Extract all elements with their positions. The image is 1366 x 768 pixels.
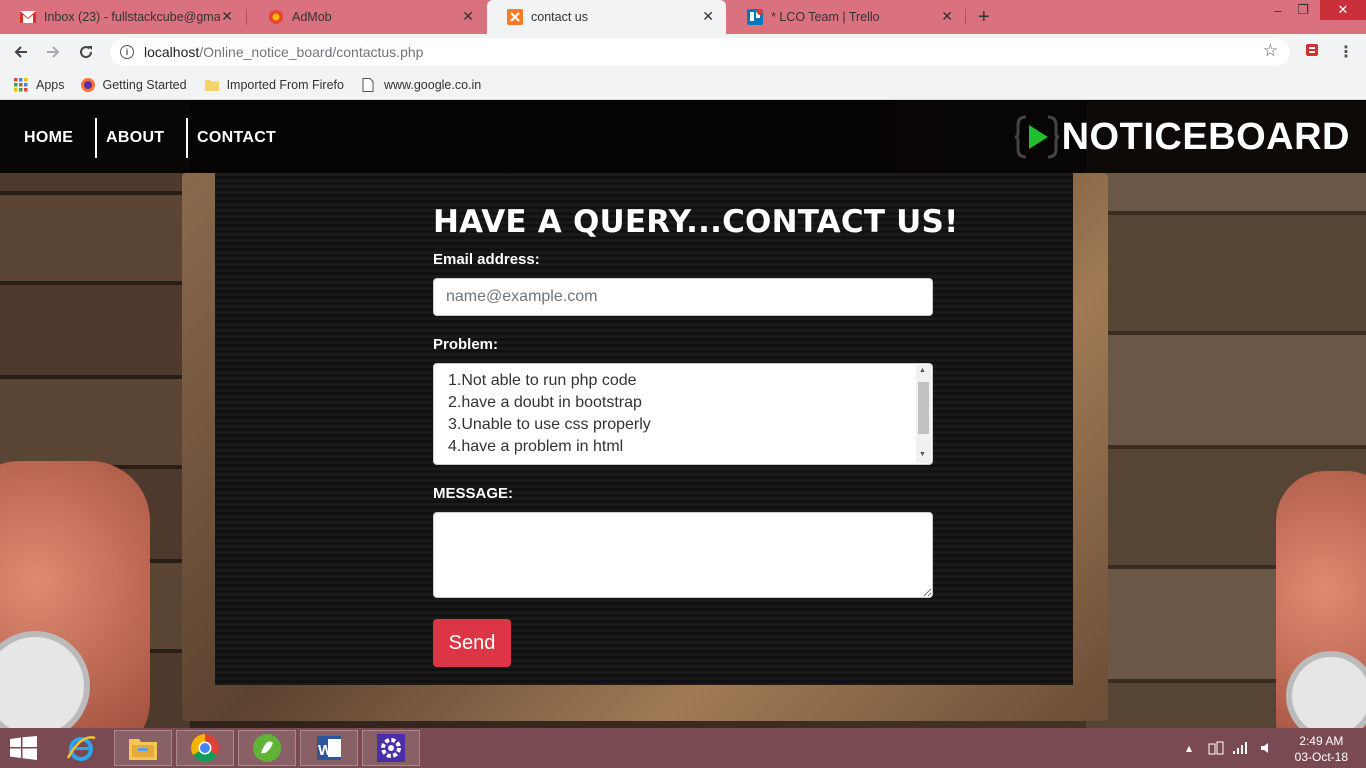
scroll-up-icon[interactable]: ▲ [919, 367, 926, 374]
brand-name: NOTICEBOARD [1061, 115, 1350, 158]
close-tab-icon[interactable]: ✕ [462, 8, 474, 25]
dreamweaver-icon[interactable] [238, 730, 296, 766]
site-navbar: HOME ABOUT CONTACT NOTICEBOARD [0, 101, 1366, 173]
nav-divider [186, 118, 188, 158]
address-bar[interactable]: i localhost /Online_notice_board/contact… [110, 38, 1290, 66]
play-logo-icon [1014, 113, 1060, 161]
system-clock[interactable]: 2:49 AM 03-Oct-18 [1295, 733, 1348, 765]
page-title: HAVE A QUERY...CONTACT US! [433, 204, 959, 240]
nav-about-link[interactable]: ABOUT [106, 118, 164, 158]
problem-option[interactable]: 4.have a problem in html [448, 436, 918, 458]
telephone-image-right [1276, 471, 1366, 728]
page-viewport: HOME ABOUT CONTACT NOTICEBOARD HAVE A QU… [0, 101, 1366, 728]
page-icon [362, 77, 376, 92]
bookmark-label: Getting Started [102, 77, 187, 92]
telephone-image-left [0, 461, 150, 728]
windows-start-icon[interactable] [10, 736, 38, 760]
tab-contact-us[interactable]: contact us ✕ [487, 0, 726, 34]
url-path: /Online_notice_board/contactus.php [199, 44, 424, 60]
chrome-icon[interactable] [176, 730, 234, 766]
problem-option[interactable]: 1.Not able to run php code [448, 370, 918, 392]
maximize-button[interactable]: ❐ [1291, 0, 1315, 20]
trello-icon [747, 9, 763, 25]
problem-scrollbar[interactable]: ▲ ▼ [916, 365, 931, 463]
tab-title: AdMob [292, 10, 332, 24]
contact-form: HAVE A QUERY...CONTACT US! Email address… [433, 204, 959, 667]
close-window-button[interactable]: ✕ [1320, 0, 1366, 20]
nav-divider [95, 118, 97, 158]
tab-divider [965, 9, 966, 25]
settings-icon[interactable] [362, 730, 420, 766]
problem-label: Problem: [433, 336, 499, 353]
xampp-icon [507, 9, 523, 25]
close-tab-icon[interactable]: ✕ [221, 8, 233, 25]
bookmarks-bar: Apps Getting Started Imported From Firef… [0, 70, 1366, 100]
problem-option[interactable]: 2.have a doubt in bootstrap [448, 392, 918, 414]
file-explorer-icon[interactable] [114, 730, 172, 766]
bookmark-star-icon[interactable]: ☆ [1263, 41, 1278, 61]
problem-options: 1.Not able to run php code 2.have a doub… [434, 364, 932, 464]
problem-option[interactable]: 3.Unable to use css properly [448, 414, 918, 436]
tab-admob[interactable]: AdMob ✕ [248, 0, 486, 34]
clock-time: 2:49 AM [1299, 734, 1344, 748]
device-icon[interactable] [1208, 728, 1224, 768]
bookmark-apps[interactable]: Apps [14, 77, 65, 92]
tab-gmail[interactable]: Inbox (23) - fullstackcube@gmail ✕ [0, 0, 245, 34]
scroll-thumb[interactable] [918, 382, 929, 434]
firefox-icon [80, 77, 95, 92]
browser-toolbar: i localhost /Online_notice_board/contact… [0, 34, 1366, 70]
message-field[interactable] [433, 512, 933, 598]
browser-menu-icon[interactable]: ⋮ [1338, 42, 1354, 62]
brand-logo[interactable]: NOTICEBOARD [1014, 113, 1350, 161]
tab-trello[interactable]: * LCO Team | Trello ✕ [727, 0, 965, 34]
tab-title: contact us [531, 10, 588, 24]
send-button[interactable]: Send [433, 619, 511, 667]
forward-arrow-icon[interactable] [42, 41, 64, 63]
bookmark-label: Apps [36, 77, 65, 92]
bookmark-label: www.google.co.in [383, 77, 482, 92]
close-tab-icon[interactable]: ✕ [702, 8, 714, 25]
tab-title: * LCO Team | Trello [771, 10, 880, 24]
network-signal-icon[interactable] [1232, 728, 1248, 768]
bookmark-label: Imported From Firefo [226, 77, 344, 92]
tab-title: Inbox (23) - fullstackcube@gmail [44, 10, 220, 24]
minimize-button[interactable]: – [1266, 0, 1290, 20]
internet-explorer-icon[interactable] [52, 730, 110, 766]
browser-tab-strip: Inbox (23) - fullstackcube@gmail ✕ AdMob… [0, 0, 1366, 34]
back-arrow-icon[interactable] [10, 41, 32, 63]
gmail-icon [20, 9, 36, 25]
email-field[interactable] [433, 278, 933, 316]
nav-contact-link[interactable]: CONTACT [197, 118, 276, 158]
volume-icon[interactable] [1260, 728, 1272, 768]
word-icon[interactable]: W [300, 730, 358, 766]
clock-date: 03-Oct-18 [1294, 750, 1348, 764]
windows-taskbar: W ▴ 2:49 AM 03-Oct-18 [0, 728, 1366, 768]
nav-home-link[interactable]: HOME [24, 118, 73, 158]
show-hidden-icons-icon[interactable]: ▴ [1186, 728, 1192, 768]
bookmark-google[interactable]: www.google.co.in [362, 77, 482, 92]
bookmark-getting-started[interactable]: Getting Started [80, 77, 187, 92]
apps-grid-icon [14, 77, 28, 92]
folder-icon [204, 78, 219, 92]
bookmark-imported-from-firefox[interactable]: Imported From Firefo [204, 77, 344, 92]
reload-icon[interactable] [75, 41, 97, 63]
new-tab-button[interactable]: + [978, 6, 990, 29]
problem-select[interactable]: 1.Not able to run php code 2.have a doub… [433, 363, 933, 465]
scroll-down-icon[interactable]: ▼ [919, 451, 926, 458]
email-label: Email address: [433, 251, 540, 268]
close-tab-icon[interactable]: ✕ [941, 8, 953, 25]
message-label: MESSAGE: [433, 485, 514, 502]
svg-text:W: W [318, 742, 333, 759]
tab-divider [246, 9, 247, 25]
admob-icon [268, 9, 284, 25]
extension-icon[interactable] [1304, 42, 1320, 60]
url-host: localhost [144, 44, 200, 60]
info-icon[interactable]: i [120, 45, 134, 59]
